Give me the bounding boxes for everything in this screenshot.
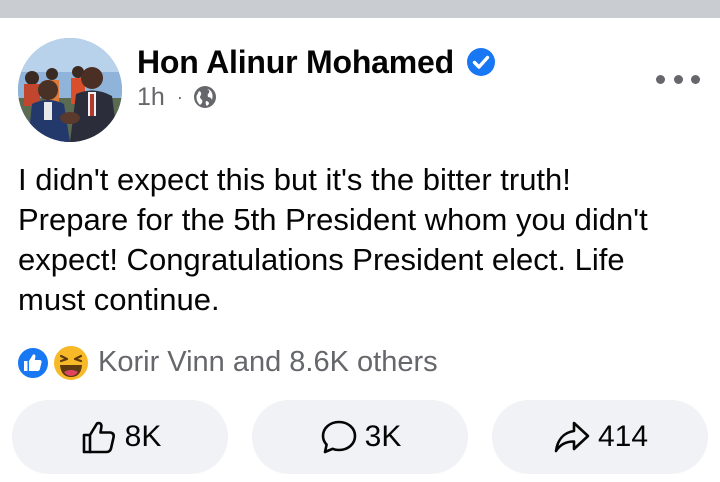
post-text: I didn't expect this but it's the bitter… bbox=[18, 162, 648, 317]
more-options-icon[interactable] bbox=[656, 68, 700, 90]
comment-bubble-icon bbox=[321, 420, 356, 454]
post-timestamp[interactable]: 1h bbox=[137, 83, 165, 112]
avatar-photo bbox=[18, 38, 122, 142]
author-row: Hon Alinur Mohamed bbox=[137, 42, 496, 82]
share-button[interactable]: 414 bbox=[492, 400, 708, 474]
post-actions: 8K 3K 414 bbox=[12, 400, 708, 474]
reactions-summary[interactable]: Korir Vinn and 8.6K others bbox=[16, 342, 438, 382]
comment-button[interactable]: 3K bbox=[252, 400, 468, 474]
thumbs-up-icon bbox=[82, 421, 115, 454]
meta-separator: · bbox=[176, 86, 183, 107]
verified-badge-icon bbox=[466, 48, 495, 76]
more-dot bbox=[656, 74, 665, 84]
like-button[interactable]: 8K bbox=[12, 400, 228, 474]
haha-reaction-icon bbox=[52, 344, 90, 382]
facebook-post: Hon Alinur Mohamed 1h · I didn't expect … bbox=[0, 18, 720, 482]
globe-icon[interactable] bbox=[193, 85, 217, 109]
post-meta: 1h · bbox=[137, 82, 217, 112]
comment-count: 3K bbox=[364, 420, 402, 453]
share-count: 414 bbox=[597, 420, 649, 453]
more-dot bbox=[691, 74, 700, 84]
more-dot bbox=[673, 74, 683, 84]
like-reaction-icon bbox=[16, 346, 50, 380]
reactions-count-text[interactable]: Korir Vinn and 8.6K others bbox=[98, 346, 438, 379]
share-arrow-icon bbox=[554, 421, 590, 453]
top-status-strip bbox=[0, 0, 720, 18]
author-avatar[interactable] bbox=[18, 38, 122, 142]
like-count: 8K bbox=[124, 420, 162, 453]
reaction-icons bbox=[16, 342, 92, 382]
author-name[interactable]: Hon Alinur Mohamed bbox=[137, 44, 454, 81]
